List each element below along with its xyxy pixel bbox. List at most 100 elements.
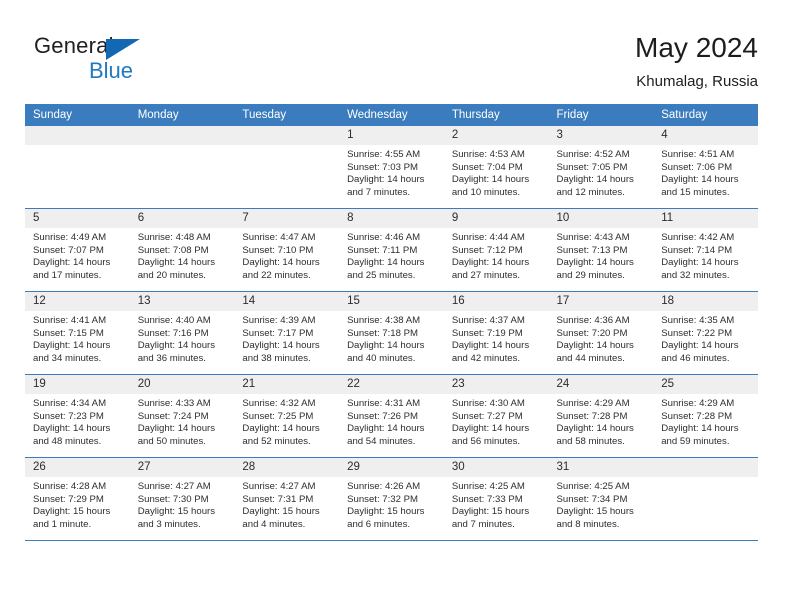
sunset-text: Sunset: 7:28 PM (556, 410, 628, 422)
calendar-week-row: 19 Sunrise: 4:34 AM Sunset: 7:23 PM Dayligh… (25, 374, 758, 458)
calendar-week-row: 12 Sunrise: 4:41 AM Sunset: 7:15 PM Dayligh… (25, 291, 758, 375)
sunrise-text: Sunrise: 4:55 AM (347, 149, 421, 160)
sunrise-text: Sunrise: 4:29 AM (556, 398, 630, 409)
calendar-day-cell[interactable]: 6 Sunrise: 4:48 AM Sunset: 7:08 PM Daylight… (129, 208, 235, 292)
calendar-day-cell[interactable]: 21 Sunrise: 4:32 AM Sunset: 7:25 PM Dayligh… (234, 374, 340, 458)
calendar-day-cell[interactable]: 13 Sunrise: 4:40 AM Sunset: 7:16 PM Dayligh… (129, 291, 235, 375)
calendar-day-cell[interactable]: 29 Sunrise: 4:26 AM Sunset: 7:32 PM Dayligh… (339, 457, 444, 541)
day-details: Sunrise: 4:27 AM Sunset: 7:31 PM Daylight:… (234, 477, 339, 531)
calendar-day-cell[interactable]: 18 Sunrise: 4:35 AM Sunset: 7:22 PM Dayligh… (653, 291, 758, 375)
day-number: 12 (25, 292, 130, 311)
sunrise-text: Sunrise: 4:31 AM (347, 398, 421, 409)
calendar-day-cell[interactable]: 17 Sunrise: 4:36 AM Sunset: 7:20 PM Dayligh… (548, 291, 654, 375)
sunset-text: Sunset: 7:11 PM (347, 244, 418, 256)
weekday-header-sunday: Sunday (25, 104, 130, 126)
calendar-day-cell[interactable]: 27 Sunrise: 4:27 AM Sunset: 7:30 PM Dayligh… (129, 457, 235, 541)
day-number: 24 (548, 375, 654, 394)
day-details: Sunrise: 4:46 AM Sunset: 7:11 PM Daylight:… (339, 228, 444, 282)
sunrise-text: Sunrise: 4:34 AM (33, 398, 107, 409)
calendar-day-cell[interactable]: 5 Sunrise: 4:49 AM Sunset: 7:07 PM Daylight… (25, 208, 130, 292)
calendar-day-cell[interactable]: 1 Sunrise: 4:55 AM Sunset: 7:03 PM Daylight… (339, 126, 444, 209)
sunrise-text: Sunrise: 4:41 AM (33, 315, 107, 326)
sunrise-text: Sunrise: 4:52 AM (556, 149, 630, 160)
day-number: 31 (548, 458, 654, 477)
day-number: 5 (25, 209, 130, 228)
sunrise-text: Sunrise: 4:49 AM (33, 232, 107, 243)
calendar-day-cell[interactable]: 25 Sunrise: 4:29 AM Sunset: 7:28 PM Dayligh… (653, 374, 758, 458)
sunset-text: Sunset: 7:34 PM (556, 493, 628, 505)
calendar-day-cell[interactable]: 23 Sunrise: 4:30 AM Sunset: 7:27 PM Dayligh… (443, 374, 549, 458)
day-details: Sunrise: 4:53 AM Sunset: 7:04 PM Daylight:… (444, 145, 549, 199)
calendar-day-cell[interactable]: 12 Sunrise: 4:41 AM Sunset: 7:15 PM Dayligh… (25, 291, 130, 375)
calendar-day-cell[interactable]: 31 Sunrise: 4:25 AM Sunset: 7:34 PM Dayligh… (548, 457, 654, 541)
title-block: May 2024 Khumalag, Russia (635, 32, 758, 90)
daylight-text: Daylight: 15 hours and 4 minutes. (242, 506, 320, 530)
calendar-day-cell[interactable]: 2 Sunrise: 4:53 AM Sunset: 7:04 PM Daylight… (443, 126, 549, 209)
daylight-text: Daylight: 14 hours and 42 minutes. (451, 340, 530, 364)
day-details: Sunrise: 4:25 AM Sunset: 7:34 PM Daylight:… (549, 477, 654, 531)
sunset-text: Sunset: 7:24 PM (137, 410, 209, 422)
calendar-day-cell[interactable]: 24 Sunrise: 4:29 AM Sunset: 7:28 PM Dayligh… (548, 374, 654, 458)
calendar-day-cell[interactable]: 30 Sunrise: 4:25 AM Sunset: 7:33 PM Dayligh… (443, 457, 549, 541)
calendar-day-cell[interactable]: 3 Sunrise: 4:52 AM Sunset: 7:05 PM Daylight… (548, 126, 654, 209)
sunset-text: Sunset: 7:13 PM (556, 244, 628, 256)
day-number: 26 (25, 458, 130, 477)
sunset-text: Sunset: 7:20 PM (556, 327, 628, 339)
day-details: Sunrise: 4:44 AM Sunset: 7:12 PM Daylight:… (444, 228, 549, 282)
day-number: 19 (25, 375, 130, 394)
day-number: 28 (234, 458, 340, 477)
sunset-text: Sunset: 7:07 PM (33, 244, 104, 256)
day-details: Sunrise: 4:42 AM Sunset: 7:14 PM Daylight:… (653, 228, 758, 282)
day-number: 21 (234, 375, 340, 394)
calendar-day-cell[interactable]: 9 Sunrise: 4:44 AM Sunset: 7:12 PM Daylight… (443, 208, 549, 292)
sunrise-text: Sunrise: 4:44 AM (451, 232, 525, 243)
day-number (653, 458, 758, 477)
sunset-text: Sunset: 7:30 PM (137, 493, 209, 505)
sunrise-text: Sunrise: 4:25 AM (451, 481, 525, 492)
calendar-day-cell[interactable]: 8 Sunrise: 4:46 AM Sunset: 7:11 PM Daylight… (339, 208, 444, 292)
sunset-text: Sunset: 7:17 PM (242, 327, 314, 339)
calendar-week-row: 5 Sunrise: 4:49 AM Sunset: 7:07 PM Daylight… (25, 208, 758, 292)
day-details: Sunrise: 4:47 AM Sunset: 7:10 PM Daylight:… (234, 228, 339, 282)
sunrise-text: Sunrise: 4:42 AM (661, 232, 735, 243)
day-number: 16 (443, 292, 549, 311)
triangle-icon (106, 39, 140, 60)
calendar-day-cell[interactable]: 19 Sunrise: 4:34 AM Sunset: 7:23 PM Dayligh… (25, 374, 130, 458)
logo-text-blue: Blue (89, 58, 134, 83)
day-details: Sunrise: 4:49 AM Sunset: 7:07 PM Daylight:… (25, 228, 130, 282)
general-blue-logo[interactable]: General Blue (34, 33, 254, 93)
sunrise-text: Sunrise: 4:35 AM (661, 315, 735, 326)
sunset-text: Sunset: 7:29 PM (33, 493, 104, 505)
day-number: 4 (653, 126, 758, 145)
sunset-text: Sunset: 7:28 PM (661, 410, 733, 422)
daylight-text: Daylight: 15 hours and 8 minutes. (556, 506, 634, 530)
calendar-day-cell[interactable]: 15 Sunrise: 4:38 AM Sunset: 7:18 PM Dayligh… (339, 291, 444, 375)
weekday-header-tuesday: Tuesday (234, 104, 340, 126)
day-details: Sunrise: 4:33 AM Sunset: 7:24 PM Daylight:… (130, 394, 235, 448)
day-number: 11 (653, 209, 758, 228)
sunrise-text: Sunrise: 4:27 AM (242, 481, 316, 492)
calendar-day-cell[interactable]: 16 Sunrise: 4:37 AM Sunset: 7:19 PM Dayligh… (443, 291, 549, 375)
calendar-day-cell[interactable]: 7 Sunrise: 4:47 AM Sunset: 7:10 PM Daylight… (234, 208, 340, 292)
sunrise-text: Sunrise: 4:27 AM (137, 481, 211, 492)
sunrise-text: Sunrise: 4:51 AM (661, 149, 735, 160)
day-number: 8 (339, 209, 444, 228)
day-number: 15 (339, 292, 444, 311)
sunset-text: Sunset: 7:19 PM (451, 327, 523, 339)
calendar-day-cell[interactable]: 4 Sunrise: 4:51 AM Sunset: 7:06 PM Daylight… (653, 126, 758, 209)
calendar-day-cell[interactable]: 14 Sunrise: 4:39 AM Sunset: 7:17 PM Dayligh… (234, 291, 340, 375)
calendar-day-cell[interactable]: 20 Sunrise: 4:33 AM Sunset: 7:24 PM Dayligh… (129, 374, 235, 458)
calendar-day-cell[interactable]: 22 Sunrise: 4:31 AM Sunset: 7:26 PM Dayligh… (339, 374, 444, 458)
calendar-day-cell-empty (234, 126, 340, 209)
day-details: Sunrise: 4:38 AM Sunset: 7:18 PM Daylight:… (339, 311, 444, 365)
calendar-week-row: 1 Sunrise: 4:55 AM Sunset: 7:03 PM Daylight… (25, 126, 758, 209)
day-number: 14 (234, 292, 340, 311)
daylight-text: Daylight: 14 hours and 38 minutes. (242, 340, 320, 364)
sunset-text: Sunset: 7:16 PM (137, 327, 209, 339)
day-number: 20 (129, 375, 235, 394)
calendar-day-cell[interactable]: 10 Sunrise: 4:43 AM Sunset: 7:13 PM Dayligh… (548, 208, 654, 292)
calendar-day-cell[interactable]: 11 Sunrise: 4:42 AM Sunset: 7:14 PM Dayligh… (653, 208, 758, 292)
calendar-day-cell[interactable]: 26 Sunrise: 4:28 AM Sunset: 7:29 PM Dayligh… (25, 457, 130, 541)
calendar-day-cell[interactable]: 28 Sunrise: 4:27 AM Sunset: 7:31 PM Dayligh… (234, 457, 340, 541)
day-number: 3 (548, 126, 654, 145)
